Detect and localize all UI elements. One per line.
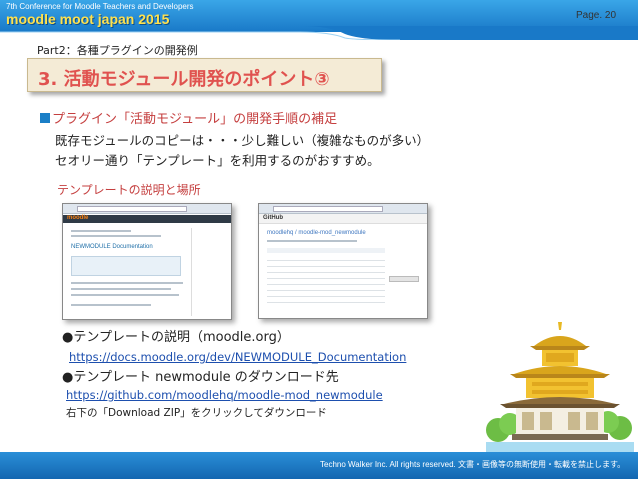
template-heading: テンプレートの説明と場所: [57, 183, 201, 197]
header-curve: [0, 26, 638, 40]
text-line: [71, 304, 151, 306]
github-repo-heading: moodlehq / moodle-mod_newmodule: [267, 230, 366, 236]
text-line: [71, 230, 131, 232]
info-note: [71, 256, 181, 276]
file-row: [267, 278, 385, 279]
github-nav-bar: [259, 214, 427, 224]
part-label: Part2：各種プラグインの開発例: [37, 44, 198, 57]
footer-copyright: Techno Walker Inc. All rights reserved. …: [320, 460, 626, 469]
moodle-docs-link[interactable]: https://docs.moodle.org/dev/NEWMODULE_Do…: [69, 350, 406, 364]
page-number: Page. 20: [576, 10, 617, 21]
file-row: [267, 266, 385, 267]
item2-label: ●テンプレート newmodule のダウンロード先: [62, 370, 339, 385]
section-title-box: 3. 活動モジュール開発のポイント③: [27, 58, 382, 92]
bullet-heading-text: プラグイン「活動モジュール」の開発手順の補足: [52, 112, 338, 127]
conference-subtitle: 7th Conference for Moodle Teachers and D…: [6, 2, 194, 11]
github-link[interactable]: https://github.com/moodlehq/moodle-mod_n…: [66, 388, 383, 402]
file-row: [267, 296, 385, 297]
body-line-2: セオリー通り「テンプレート」を利用するのがおすすめ。: [55, 153, 380, 168]
download-zip-button[interactable]: [389, 276, 419, 282]
file-row: [267, 272, 385, 273]
text-line: [71, 288, 171, 290]
browser-bar: [63, 204, 231, 214]
temple-illustration-icon: [486, 322, 634, 458]
file-row: [267, 260, 385, 261]
text-line: [71, 235, 161, 237]
file-row: [267, 302, 385, 303]
item2-note: 右下の「Download ZIP」をクリックしてダウンロード: [66, 407, 327, 419]
bullet-heading: プラグイン「活動モジュール」の開発手順の補足: [40, 108, 337, 127]
moodle-logo: moodle: [67, 215, 89, 221]
text-line: [71, 294, 179, 296]
section-title: 3. 活動モジュール開発のポイント③: [38, 69, 330, 90]
text-line: [71, 282, 183, 284]
item1-label: ●テンプレートの説明（moodle.org）: [62, 330, 290, 345]
side-panel: [191, 228, 227, 316]
moodle-doc-heading: NEWMODULE Documentation: [71, 244, 153, 250]
file-row: [267, 284, 385, 285]
moodle-docs-screenshot: moodle NEWMODULE Documentation: [62, 203, 232, 320]
bullet-square-icon: [40, 113, 50, 123]
url-bar: [77, 206, 187, 212]
file-row: [267, 290, 385, 291]
stats-bar: [267, 248, 385, 253]
github-logo: GitHub: [263, 215, 283, 221]
browser-bar: [259, 204, 427, 214]
text-line: [267, 240, 357, 242]
conference-title: moodle moot japan 2015: [6, 11, 170, 27]
url-bar: [273, 206, 383, 212]
body-line-1: 既存モジュールのコピーは・・・少し難しい（複雑なものが多い）: [55, 133, 430, 148]
github-screenshot: GitHub moodlehq / moodle-mod_newmodule: [258, 203, 428, 319]
